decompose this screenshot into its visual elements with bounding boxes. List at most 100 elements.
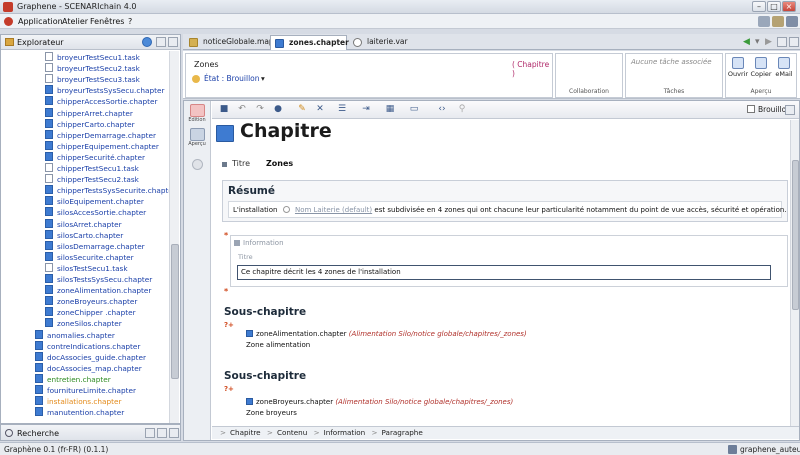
tree-item[interactable]: chipperTestSecu2.task	[45, 174, 139, 185]
menu-atelier[interactable]: Atelier	[62, 17, 88, 26]
save-icon[interactable]: ■	[218, 104, 230, 115]
table-icon[interactable]: ▦	[384, 104, 396, 115]
email-button[interactable]: eMail	[773, 57, 795, 78]
resume-paragraph[interactable]: L'installation Nom Laiterie (default) es…	[228, 201, 787, 218]
tree-item[interactable]: broyeurTestSecu3.task	[45, 74, 140, 85]
titre-value[interactable]: Zones	[266, 159, 293, 168]
tree-item[interactable]: zoneBroyeurs.chapter	[45, 296, 137, 307]
explorer-scrollbar[interactable]	[169, 51, 179, 423]
workspace-icon[interactable]	[772, 16, 784, 27]
code-icon[interactable]: ‹›	[436, 104, 448, 115]
tab-noticeglobale[interactable]: noticeGlobale.map	[185, 35, 274, 50]
search-panel-minimize[interactable]	[145, 428, 155, 438]
menu-help[interactable]: ?	[128, 17, 132, 26]
tree-item[interactable]: installations.chapter	[35, 396, 122, 407]
tree-item[interactable]: broyeurTestSecu1.task	[45, 52, 140, 63]
search-panel-maximize[interactable]	[157, 428, 167, 438]
tree-item[interactable]: docAssocies_guide.chapter	[35, 351, 146, 363]
tree-item[interactable]: chipperAccesSortie.chapter	[45, 96, 157, 107]
copy-button[interactable]: Copier	[750, 57, 772, 78]
tree-item[interactable]: silosTestsSysSecu.chapter	[45, 274, 152, 285]
tree-item[interactable]: zoneChipper .chapter	[45, 307, 136, 318]
insert-marker-icon[interactable]: *	[224, 287, 228, 296]
document-scrollbar[interactable]	[790, 120, 799, 426]
tree-item[interactable]: anomalies.chapter	[35, 329, 115, 341]
tab-zones[interactable]: zones.chapter	[270, 35, 349, 50]
search-panel-close[interactable]	[169, 428, 179, 438]
tree-item[interactable]: chipperTestsSysSecurite.chapter	[45, 185, 169, 196]
close-button[interactable]: ×	[782, 1, 796, 12]
highlight-icon[interactable]: ✎	[296, 104, 308, 115]
gear-button[interactable]	[187, 159, 207, 170]
tree-item[interactable]: broyeurTestsSysSecu.chapter	[45, 85, 164, 96]
tree-item[interactable]: manutention.chapter	[35, 407, 124, 418]
apercu-mode-button[interactable]: Aperçu	[187, 128, 207, 147]
maximize-panel-button[interactable]	[168, 37, 178, 47]
insert-marker-icon[interactable]: ?+	[224, 321, 234, 329]
information-title-input[interactable]: Ce chapitre décrit les 4 zones de l'inst…	[237, 265, 771, 280]
breadcrumb-item[interactable]: Paragraphe	[382, 428, 423, 437]
open-button[interactable]: Ouvrir	[727, 57, 749, 78]
minimize-button[interactable]: –	[752, 1, 766, 12]
document-scroll-thumb[interactable]	[792, 160, 799, 310]
tree-item[interactable]: silosDemarrage.chapter	[45, 240, 145, 252]
tree-item[interactable]: chipperCarto.chapter	[45, 118, 135, 130]
menu-fenetres[interactable]: Fenêtres	[90, 17, 124, 26]
tree-item[interactable]: chipperTestSecu1.task	[45, 163, 139, 174]
link-icon[interactable]: ⚲	[456, 104, 468, 115]
circle-icon[interactable]: ●	[272, 104, 284, 115]
tree-item[interactable]: chipperEquipement.chapter	[45, 140, 159, 152]
menu-application[interactable]: Application	[18, 17, 63, 26]
search-panel-header[interactable]: Recherche	[0, 424, 181, 441]
refresh-icon[interactable]	[142, 37, 152, 47]
tree-item[interactable]: chipperSecurité.chapter	[45, 151, 145, 163]
history-dropdown-icon[interactable]: ▾	[755, 37, 760, 47]
subchapter-ref[interactable]: zoneAlimentation.chapter (Alimentation S…	[246, 330, 527, 338]
settings-icon[interactable]	[758, 16, 770, 27]
tree-item[interactable]: silosArret.chapter	[45, 218, 122, 230]
tree-item[interactable]: silosSecurite.chapter	[45, 251, 134, 263]
maximize-button[interactable]: □	[767, 1, 781, 12]
tree-item[interactable]: silosCarto.chapter	[45, 229, 123, 241]
state-dropdown[interactable]: État : Brouillon	[204, 74, 260, 83]
fullscreen-icon[interactable]	[785, 105, 795, 115]
tree-item[interactable]: silosAccesSortie.chapter	[45, 207, 146, 218]
tree-item[interactable]: chipperDemarrage.chapter	[45, 129, 156, 141]
tree-item[interactable]: contreIndications.chapter	[35, 340, 140, 352]
image-icon[interactable]: ▭	[408, 104, 420, 115]
breadcrumb-item[interactable]: Contenu	[277, 428, 307, 437]
editor-minimize[interactable]	[777, 37, 787, 47]
indent-icon[interactable]: ⇥	[360, 104, 372, 115]
forward-arrow-icon[interactable]: ▶	[765, 37, 772, 47]
edition-mode-button[interactable]: Edition	[187, 104, 207, 123]
user-icon[interactable]	[786, 16, 798, 27]
tree-item[interactable]: zoneSilos.chapter	[45, 318, 122, 329]
tree-item[interactable]: entretien.chapter	[35, 373, 111, 385]
insert-marker-icon[interactable]: *	[224, 231, 228, 240]
tree-item[interactable]: siloEquipement.chapter	[45, 196, 144, 207]
checkbox-icon[interactable]	[747, 105, 755, 113]
breadcrumb-item[interactable]: Information	[324, 428, 366, 437]
tab-laiterie[interactable]: laiterie.var	[349, 35, 419, 50]
insert-marker-icon[interactable]: ?+	[224, 385, 234, 393]
back-arrow-icon[interactable]: ◀	[743, 37, 750, 47]
resume-variable-link[interactable]: Nom Laiterie (default)	[295, 206, 372, 214]
minimize-panel-button[interactable]	[156, 37, 166, 47]
eye-icon	[189, 128, 205, 141]
undo-icon[interactable]: ↶	[236, 104, 248, 115]
tree-item[interactable]: docAssocies_map.chapter	[35, 362, 142, 374]
subchapter-ref[interactable]: zoneBroyeurs.chapter (Alimentation Silo/…	[246, 398, 513, 406]
explorer-scroll-thumb[interactable]	[171, 244, 179, 379]
editor-maximize[interactable]	[789, 37, 799, 47]
breadcrumb-item[interactable]: Chapitre	[230, 428, 261, 437]
chapter-icon	[246, 398, 253, 405]
tree-item[interactable]: chipperArret.chapter	[45, 107, 133, 119]
redo-icon[interactable]: ↷	[254, 104, 266, 115]
tree-item[interactable]: fournitureLimite.chapter	[35, 385, 136, 396]
tree-item[interactable]: zoneAlimentation.chapter	[45, 285, 151, 296]
tree-item[interactable]: silosTestSecu1.task	[45, 262, 128, 274]
chevron-down-icon[interactable]: ▾	[261, 74, 265, 83]
list-icon[interactable]: ☰	[336, 104, 348, 115]
format-icon[interactable]: ✕	[314, 104, 326, 115]
tree-item[interactable]: broyeurTestSecu2.task	[45, 63, 140, 74]
